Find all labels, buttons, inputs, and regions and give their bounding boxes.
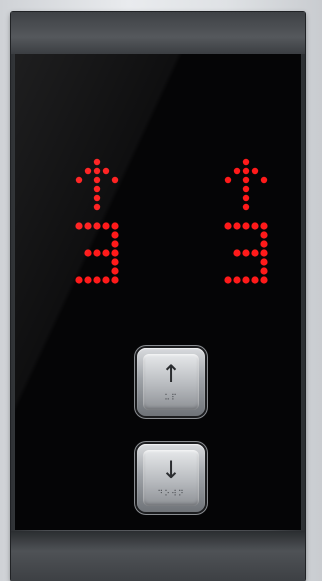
floor-digit-dot <box>111 240 119 248</box>
hall-call-up-button[interactable]: ↑ ⠥⠏ <box>137 348 205 416</box>
floor-digit-dot <box>93 249 101 257</box>
floor-digit-dot <box>84 222 92 230</box>
floor-digit-dot <box>251 249 259 257</box>
direction-arrow-dot <box>84 167 92 175</box>
direction-arrow-dot <box>251 167 259 175</box>
floor-digit-dot <box>260 240 268 248</box>
floor-digit-dot <box>111 267 119 275</box>
direction-arrow-dot <box>242 185 250 193</box>
down-arrow-icon: ↓ <box>160 456 182 484</box>
hall-call-down-button[interactable]: ↓ ⠙⠕⠺⠝ <box>137 444 205 512</box>
direction-arrow-dot <box>93 203 101 211</box>
floor-digit-dot <box>84 276 92 284</box>
floor-digit-dot <box>242 276 250 284</box>
floor-digit-dot <box>111 222 119 230</box>
direction-arrow-dot <box>242 194 250 202</box>
floor-digit-dot <box>233 276 241 284</box>
led-dot-matrix-right <box>224 158 268 284</box>
direction-arrow-dot <box>260 176 268 184</box>
direction-arrow-dot <box>102 167 110 175</box>
down-button-face[interactable]: ↓ ⠙⠕⠺⠝ <box>143 450 199 506</box>
floor-digit-dot <box>251 276 259 284</box>
floor-digit-dot <box>260 249 268 257</box>
floor-digit-dot <box>102 276 110 284</box>
direction-arrow-dot <box>93 167 101 175</box>
direction-arrow-dot <box>111 176 119 184</box>
floor-digit-dot <box>111 258 119 266</box>
right-floor-indicator <box>220 154 280 294</box>
floor-digit-dot <box>242 249 250 257</box>
floor-digit-dot <box>260 231 268 239</box>
glass-faceplate: ↑ ⠥⠏ ↓ ⠙⠕⠺⠝ <box>15 54 301 530</box>
direction-arrow-dot <box>93 194 101 202</box>
direction-arrow-dot <box>233 167 241 175</box>
direction-arrow-dot <box>242 176 250 184</box>
elevator-hall-panel: ↑ ⠥⠏ ↓ ⠙⠕⠺⠝ <box>11 12 305 581</box>
direction-arrow-dot <box>93 158 101 166</box>
panel-top-trim <box>11 12 305 54</box>
direction-arrow-dot <box>224 176 232 184</box>
floor-digit-dot <box>251 222 259 230</box>
down-braille-label: ⠙⠕⠺⠝ <box>157 489 185 498</box>
up-braille-label: ⠥⠏ <box>164 393 178 402</box>
panel-bottom-trim <box>11 531 305 581</box>
floor-digit-dot <box>75 276 83 284</box>
led-dot-matrix-left <box>75 158 119 284</box>
floor-digit-dot <box>233 222 241 230</box>
direction-arrow-dot <box>93 176 101 184</box>
floor-digit-dot <box>111 276 119 284</box>
up-button-face[interactable]: ↑ ⠥⠏ <box>143 354 199 410</box>
floor-digit-dot <box>93 276 101 284</box>
direction-arrow-dot <box>242 203 250 211</box>
floor-digit-dot <box>84 249 92 257</box>
floor-digit-dot <box>75 222 83 230</box>
direction-arrow-dot <box>242 158 250 166</box>
floor-digit-dot <box>260 276 268 284</box>
floor-digit-dot <box>111 249 119 257</box>
up-arrow-icon: ↑ <box>160 360 182 388</box>
floor-digit-dot <box>102 249 110 257</box>
left-floor-indicator <box>71 154 131 294</box>
direction-arrow-dot <box>242 167 250 175</box>
floor-digit-dot <box>224 276 232 284</box>
floor-digit-dot <box>111 231 119 239</box>
direction-arrow-dot <box>93 185 101 193</box>
floor-digit-dot <box>102 222 110 230</box>
direction-arrow-dot <box>75 176 83 184</box>
floor-digit-dot <box>260 222 268 230</box>
floor-digit-dot <box>93 222 101 230</box>
floor-digit-dot <box>233 249 241 257</box>
floor-digit-dot <box>224 222 232 230</box>
floor-digit-dot <box>260 258 268 266</box>
floor-digit-dot <box>260 267 268 275</box>
floor-digit-dot <box>242 222 250 230</box>
